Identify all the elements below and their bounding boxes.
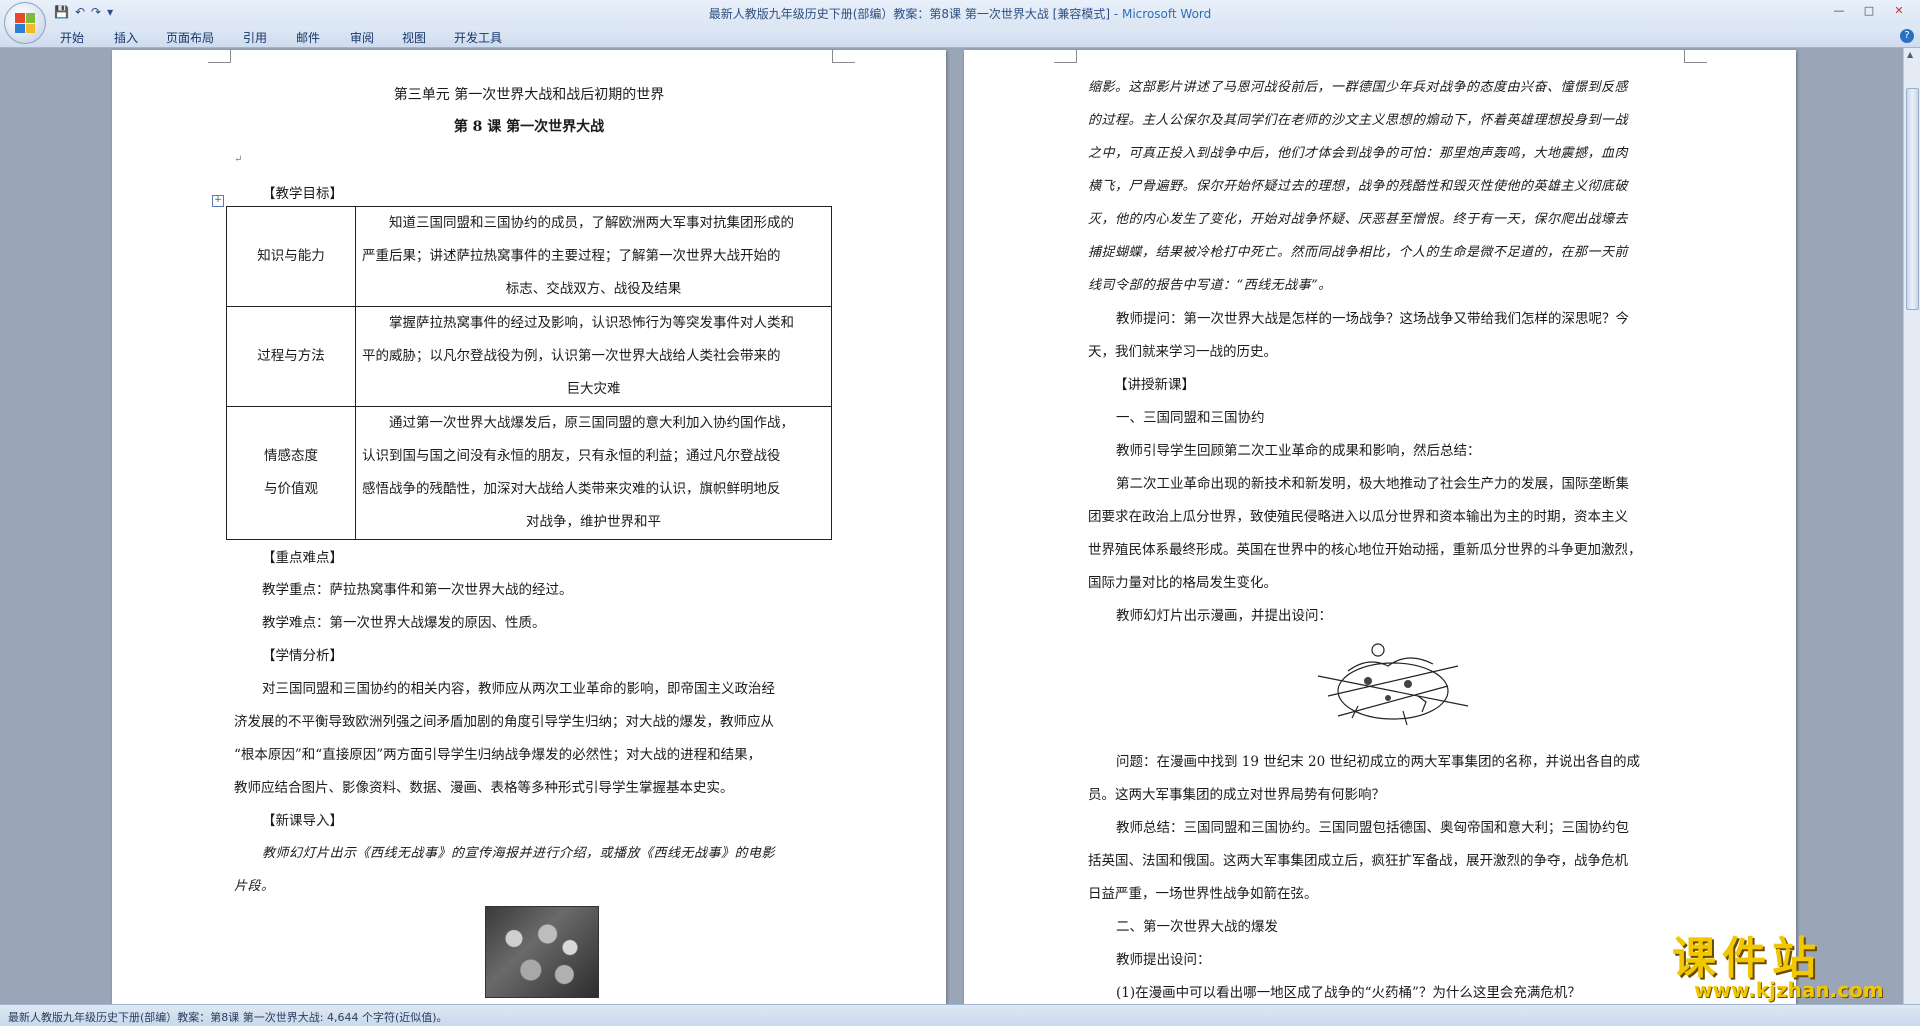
intro-line: 教师幻灯片出示《西线无战事》的宣传海报并进行介绍，或播放《西线无战事》的电影: [262, 846, 776, 861]
body-line: 缩影。这部影片讲述了马恩河战役前后，一群德国少年兵对战争的态度由兴奋、憧憬到反感: [1088, 80, 1629, 95]
page-1: 第三单元 第一次世界大战和战后初期的世界 第 8 课 第一次世界大战 ↵ 【教学…: [112, 50, 946, 1004]
body-line: 之中，可真正投入到战争中后，他们才体会到战争的可怕：那里炮声轰鸣，大地震撼，血肉: [1088, 146, 1629, 161]
objectives-heading: 【教学目标】: [262, 186, 343, 202]
table-row: 知识与能力 知道三国同盟和三国协约的成员，了解欧洲两大军事对抗集团形成的 严重后…: [226, 206, 832, 307]
intro-line: 片段。: [234, 879, 275, 894]
teacher-question: 教师提问：第一次世界大战是怎样的一场战争？这场战争又带给我们怎样的深思呢？今: [1116, 311, 1629, 327]
teacher-question: 天，我们就来学习一战的历史。: [1088, 344, 1277, 360]
crop-mark: [1054, 50, 1077, 63]
tab-mailings[interactable]: 邮件: [296, 29, 320, 46]
status-text: 最新人教版九年级历史下册(部编）教案：第8课 第一次世界大战: 4,644 个字…: [8, 1011, 448, 1024]
tab-review[interactable]: 审阅: [350, 29, 374, 46]
body-line: 世界殖民体系最终形成。英国在世界中的核心地位开始动摇，重新瓜分世界的斗争更加激烈…: [1088, 542, 1642, 558]
tab-references[interactable]: 引用: [243, 29, 267, 46]
body-line: 线司令部的报告中写道：“西线无战事”。: [1088, 278, 1332, 293]
question-line: 问题：在漫画中找到 19 世纪末 20 世纪初成立的两大军事集团的名称，并说出各…: [1116, 754, 1641, 770]
maximize-button[interactable]: □: [1854, 2, 1884, 20]
crop-mark: [1684, 50, 1707, 63]
help-icon[interactable]: ?: [1900, 29, 1914, 43]
section-heading: 一、三国同盟和三国协约: [1116, 410, 1265, 426]
analysis-heading: 【学情分析】: [262, 648, 343, 664]
cartoon-image: [1317, 643, 1469, 726]
new-lesson-heading: 【讲授新课】: [1114, 377, 1195, 393]
objective-label: 情感态度 与价值观: [226, 406, 356, 540]
page-2: 缩影。这部影片讲述了马恩河战役前后，一群德国少年兵对战争的态度由兴奋、憧憬到反感…: [964, 50, 1796, 1004]
window-controls: — □ ✕: [1824, 2, 1914, 20]
paragraph-mark: ↵: [234, 154, 243, 165]
office-logo-icon: [15, 13, 35, 33]
close-button[interactable]: ✕: [1884, 2, 1914, 20]
objective-label: 过程与方法: [226, 306, 356, 407]
unit-title: 第三单元 第一次世界大战和战后初期的世界: [393, 87, 665, 103]
analysis-line: 对三国同盟和三国协约的相关内容，教师应从两次工业革命的影响，即帝国主义政治经: [262, 681, 775, 697]
scroll-thumb[interactable]: [1906, 88, 1919, 310]
key-heading: 【重点难点】: [262, 550, 343, 566]
tab-developer[interactable]: 开发工具: [454, 29, 502, 46]
watermark-logo: 课件站: [1672, 933, 1822, 984]
table-row: 情感态度 与价值观 通过第一次世界大战爆发后，原三国同盟的意大利加入协约国作战，…: [226, 406, 832, 540]
watermark-url: www.kjzhan.com: [1694, 978, 1884, 1002]
table-move-handle-icon[interactable]: +: [212, 195, 224, 207]
tab-insert[interactable]: 插入: [114, 29, 138, 46]
window-title: 最新人教版九年级历史下册(部编）教案：第8课 第一次世界大战 [兼容模式] - …: [0, 5, 1920, 22]
objectives-table: 知识与能力 知道三国同盟和三国协约的成员，了解欧洲两大军事对抗集团形成的 严重后…: [226, 206, 832, 540]
key-point: 教学重点：萨拉热窝事件和第一次世界大战的经过。: [262, 582, 573, 598]
body-line: 横飞，尸骨遍野。保尔开始怀疑过去的理想，战争的残酷性和毁灭性使他的英雄主义彻底破: [1088, 179, 1629, 194]
body-line: 教师提出设问：: [1116, 952, 1211, 968]
tab-page-layout[interactable]: 页面布局: [166, 29, 214, 46]
body-line: 教师引导学生回顾第二次工业革命的成果和影响，然后总结：: [1116, 443, 1481, 459]
tab-view[interactable]: 视图: [402, 29, 426, 46]
analysis-line: 济发展的不平衡导致欧洲列强之间矛盾加剧的角度引导学生归纳；对大战的爆发，教师应从: [234, 714, 774, 730]
app-name: - Microsoft Word: [1110, 7, 1212, 21]
document-area[interactable]: 第三单元 第一次世界大战和战后初期的世界 第 8 课 第一次世界大战 ↵ 【教学…: [0, 48, 1904, 1004]
status-bar: 最新人教版九年级历史下册(部编）教案：第8课 第一次世界大战: 4,644 个字…: [0, 1004, 1920, 1026]
body-line: 灭，他的内心发生了变化，开始对战争怀疑、厌恶甚至憎恨。终于有一天，保尔爬出战壕去: [1088, 212, 1629, 227]
body-line: 日益严重，一场世界性战争如箭在弦。: [1088, 886, 1318, 902]
difficult-point: 教学难点：第一次世界大战爆发的原因、性质。: [262, 615, 546, 631]
intro-heading: 【新课导入】: [262, 813, 343, 829]
body-line: 第二次工业革命出现的新技术和新发明，极大地推动了社会生产力的发展，国际垄断集: [1116, 476, 1629, 492]
film-poster-image: [485, 906, 599, 998]
body-line: 国际力量对比的格局发生变化。: [1088, 575, 1277, 591]
objective-text: 掌握萨拉热窝事件的经过及影响，认识恐怖行为等突发事件对人类和 平的威胁；以凡尔登…: [355, 306, 832, 407]
analysis-line: 教师应结合图片、影像资料、数据、漫画、表格等多种形式引导学生掌握基本史实。: [234, 780, 734, 796]
body-line: 教师幻灯片出示漫画，并提出设问：: [1116, 608, 1332, 624]
section-heading: 二、第一次世界大战的爆发: [1116, 919, 1278, 935]
lesson-title: 第 8 课 第一次世界大战: [453, 119, 605, 135]
body-line: 团要求在政治上瓜分世界，致使殖民侵略进入以瓜分世界和资本输出为主的时期，资本主义: [1088, 509, 1628, 525]
title-bar: 💾 ↶ ↷ ▾ 最新人教版九年级历史下册(部编）教案：第8课 第一次世界大战 […: [0, 0, 1920, 27]
objective-text: 知道三国同盟和三国协约的成员，了解欧洲两大军事对抗集团形成的 严重后果；讲述萨拉…: [355, 206, 832, 307]
scroll-up-icon[interactable]: ▲: [1907, 50, 1913, 59]
body-line: 教师总结：三国同盟和三国协约。三国同盟包括德国、奥匈帝国和意大利；三国协约包: [1116, 820, 1629, 836]
ribbon-tabs: 开始 插入 页面布局 引用 邮件 审阅 视图 开发工具 ?: [0, 26, 1920, 48]
minimize-button[interactable]: —: [1824, 2, 1854, 20]
body-line: 捕捉蝴蝶，结果被冷枪打中死亡。然而同战争相比，个人的生命是微不足道的，在那一天前: [1088, 245, 1629, 260]
office-button[interactable]: [4, 2, 46, 44]
crop-mark: [832, 50, 855, 63]
document-title: 最新人教版九年级历史下册(部编）教案：第8课 第一次世界大战 [兼容模式]: [708, 7, 1111, 21]
body-line: 的过程。主人公保尔及其同学们在老师的沙文主义思想的煽动下，怀着英雄理想投身到一战: [1088, 113, 1629, 128]
objective-text: 通过第一次世界大战爆发后，原三国同盟的意大利加入协约国作战， 认识到国与国之间没…: [355, 406, 832, 540]
table-row: 过程与方法 掌握萨拉热窝事件的经过及影响，认识恐怖行为等突发事件对人类和 平的威…: [226, 306, 832, 407]
vertical-scrollbar[interactable]: ▲: [1903, 48, 1920, 1004]
body-line: 括英国、法国和俄国。这两大军事集团成立后，疯狂扩军备战，展开激烈的争夺，战争危机: [1088, 853, 1628, 869]
analysis-line: “根本原因”和“直接原因”两方面引导学生归纳战争爆发的必然性；对大战的进程和结果…: [234, 747, 762, 763]
question-line: 员。这两大军事集团的成立对世界局势有何影响？: [1088, 787, 1385, 803]
body-line: (1)在漫画中可以看出哪一地区成了战争的“火药桶”？为什么这里会充满危机？: [1116, 985, 1581, 1001]
tab-home[interactable]: 开始: [60, 29, 84, 46]
crop-mark: [208, 50, 231, 63]
objective-label: 知识与能力: [226, 206, 356, 307]
